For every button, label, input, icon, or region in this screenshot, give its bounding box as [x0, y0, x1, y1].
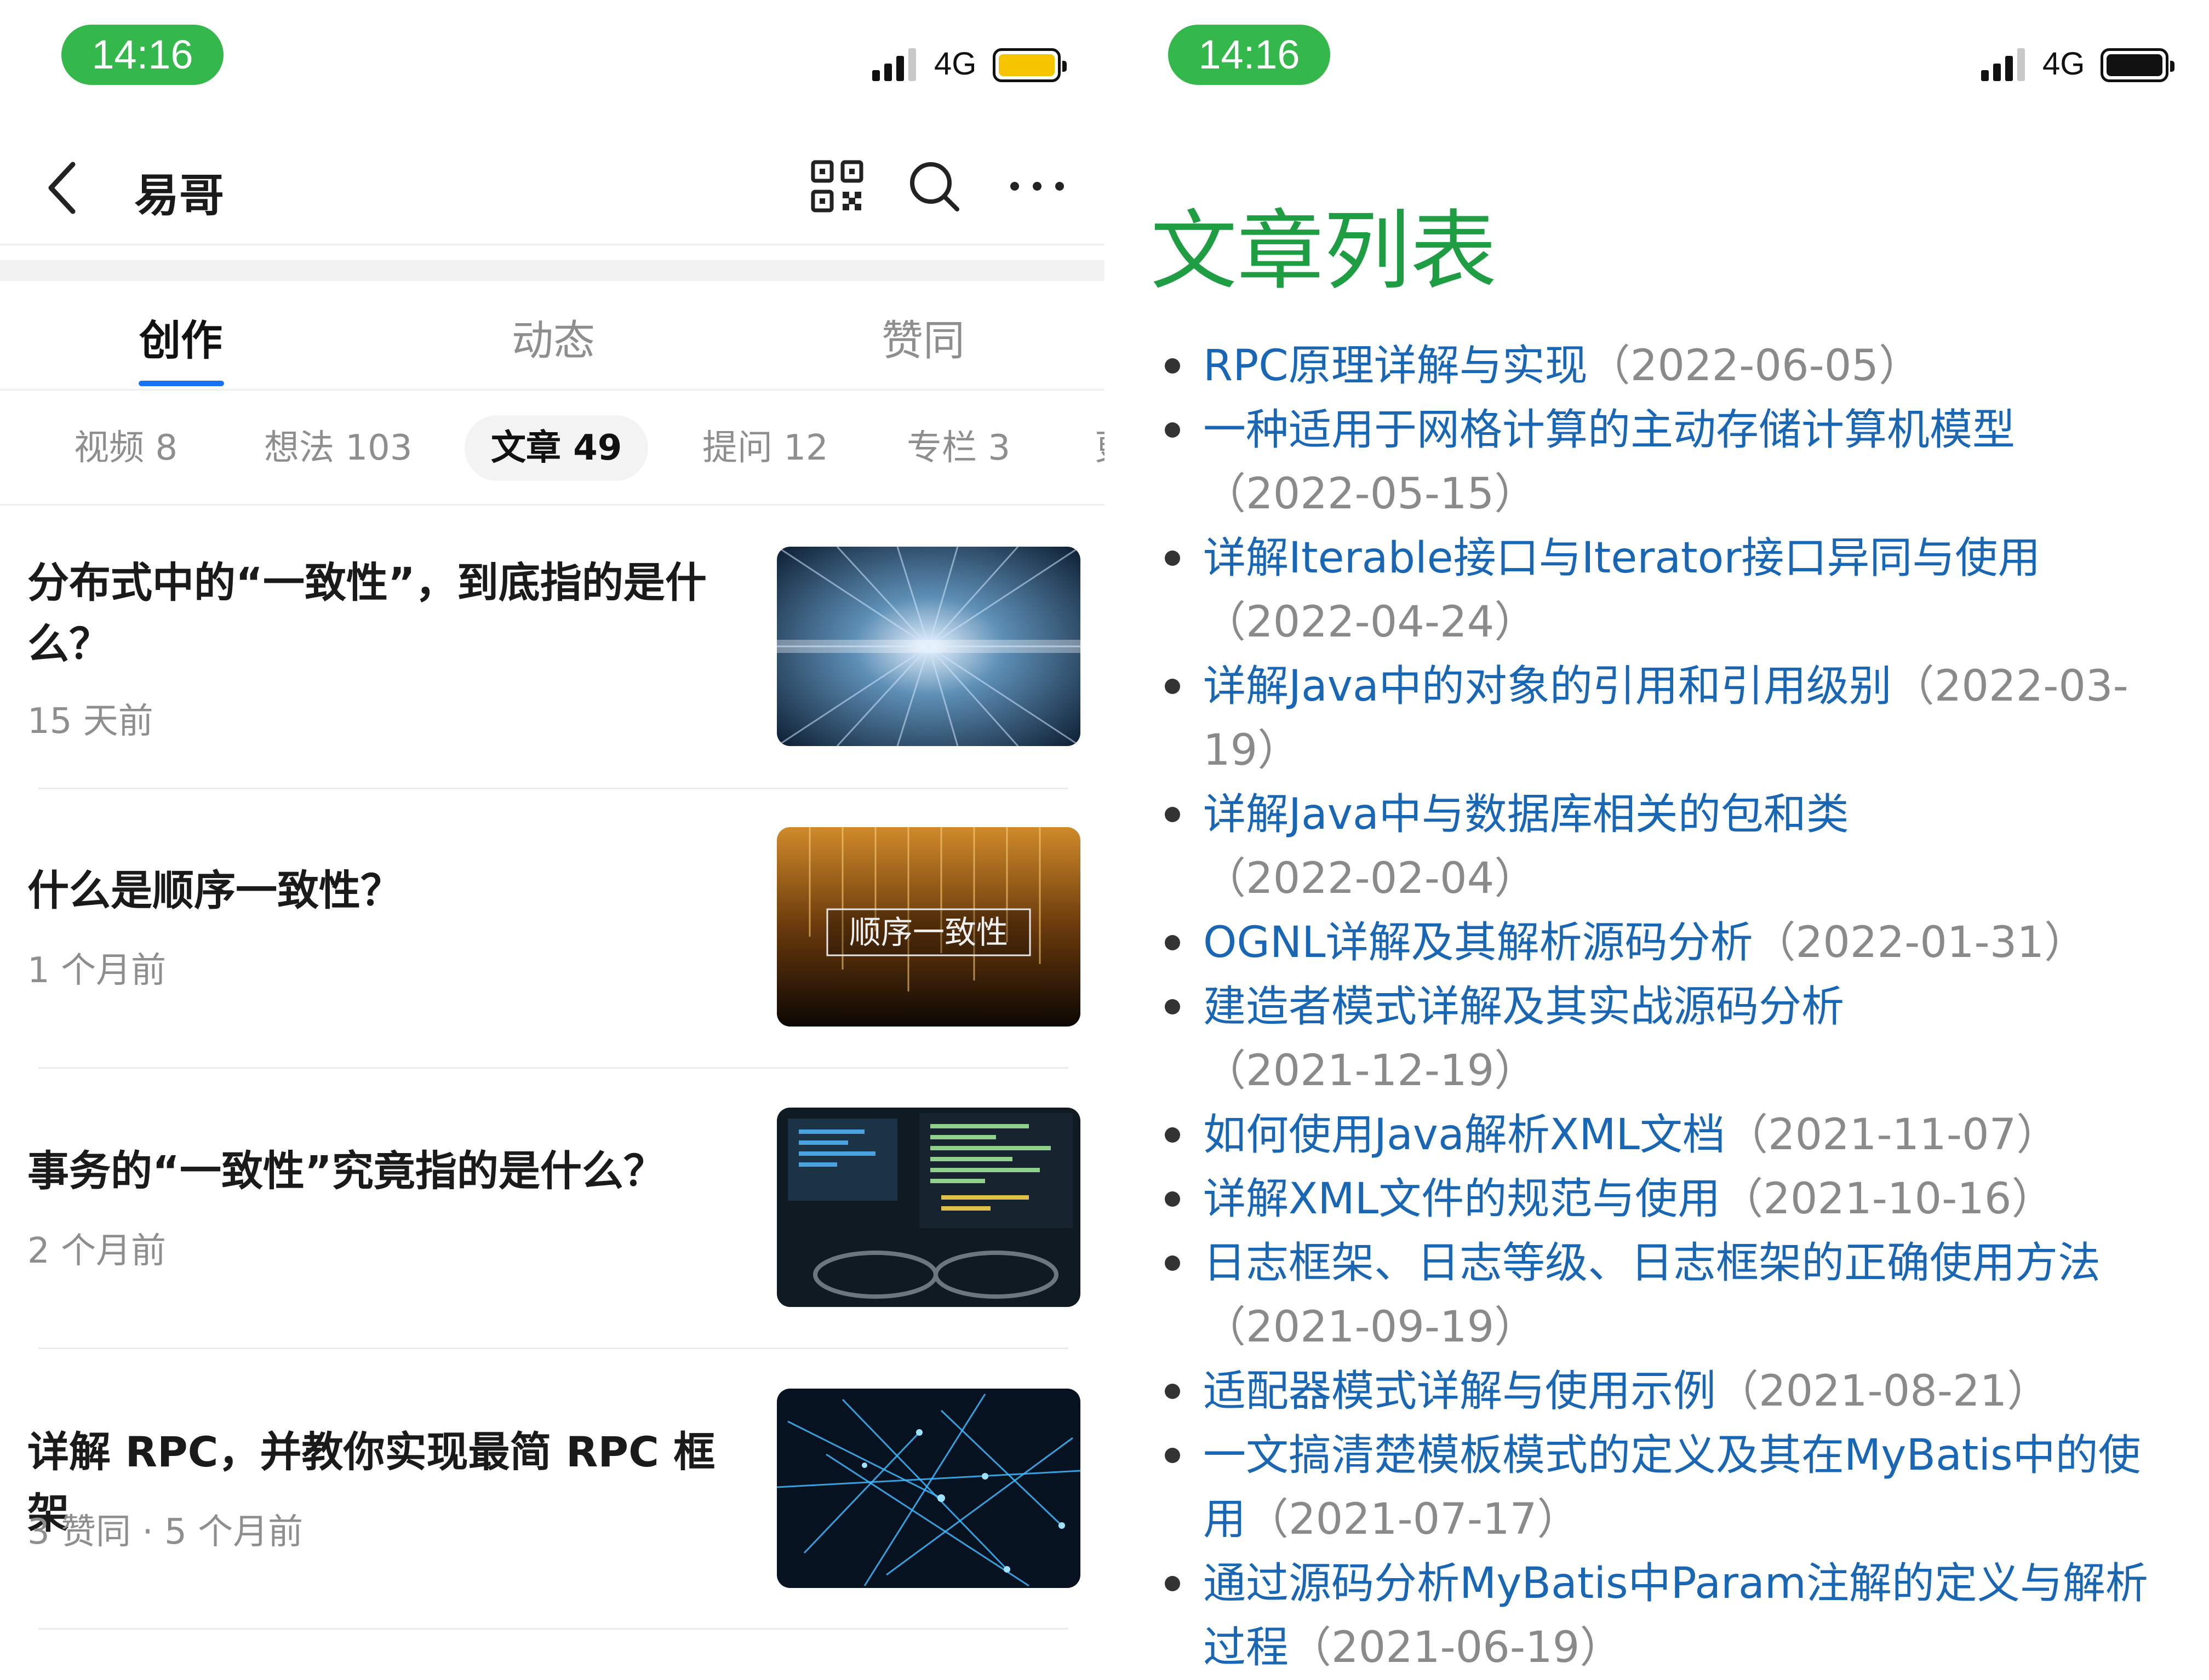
thumbnail-caption: 顺序一致性 [849, 914, 1008, 951]
list-item: 详解Java中与数据库相关的包和类 （2022-02-04） [1165, 783, 2167, 911]
page-title: 易哥 [134, 170, 225, 222]
article-link[interactable]: 详解Java中的对象的引用和引用级别 [1203, 662, 1892, 711]
article-thumbnail[interactable] [777, 1389, 1080, 1588]
article-meta: 15 天前 [27, 701, 153, 742]
article-date: （2021-11-07） [1725, 1110, 2059, 1160]
subtab-articles[interactable]: 文章 49 [465, 415, 649, 481]
article-date: （2021-09-19） [1203, 1303, 1537, 1352]
bullet-icon [1165, 1384, 1180, 1399]
article-date: （2022-02-04） [1203, 854, 1537, 903]
article-list-heading: 文章列表 [1151, 201, 1497, 302]
bullet-icon [1165, 807, 1180, 822]
article-link[interactable]: 详解XML文件的规范与使用 [1203, 1174, 1720, 1224]
article-title[interactable]: 什么是顺序一致性？ [27, 860, 740, 921]
bullet-icon [1165, 1448, 1180, 1463]
list-item: 日志框架、日志等级、日志框架的正确使用方法 （2021-09-19） [1165, 1231, 2167, 1360]
search-icon[interactable] [907, 159, 962, 214]
article-link[interactable]: 详解Iterable接口与Iterator接口异同与使用 [1203, 534, 2040, 583]
article-link[interactable]: 如何使用Java解析XML文档 [1203, 1110, 1725, 1160]
article-meta: 1 个月前 [27, 950, 167, 991]
article-title[interactable]: 事务的“一致性”究竟指的是什么？ [27, 1140, 740, 1202]
article-link[interactable]: 适配器模式详解与使用示例 [1203, 1367, 1716, 1416]
article-thumbnail[interactable] [777, 1108, 1080, 1307]
signal-icon [872, 48, 916, 81]
more-icon[interactable] [1007, 178, 1067, 194]
bullet-icon [1165, 679, 1180, 694]
article-date: （2021-06-19） [1289, 1623, 1623, 1672]
article-link[interactable]: RPC原理详解与实现 [1203, 341, 1588, 391]
tabs-divider [0, 389, 1104, 391]
article-list: RPC原理详解与实现（2022-06-05） 一种适用于网格计算的主动存储计算机… [1165, 334, 2167, 1680]
row-divider [38, 1067, 1068, 1069]
battery-icon [993, 48, 1067, 82]
list-item: 详解XML文件的规范与使用（2021-10-16） [1165, 1167, 2167, 1231]
subtab-columns[interactable]: 专栏 3 [907, 415, 1010, 481]
list-item: 详解Iterable接口与Iterator接口异同与使用 （2022-04-24） [1165, 526, 2167, 655]
article-link[interactable]: 详解Java中与数据库相关的包和类 [1203, 790, 1849, 839]
bullet-icon [1165, 1255, 1180, 1271]
list-item: 如何使用Java解析XML文档（2021-11-07） [1165, 1103, 2167, 1167]
tab-likes[interactable]: 赞同 [792, 307, 1055, 367]
bullet-icon [1165, 1127, 1180, 1143]
bullet-icon [1165, 1576, 1180, 1591]
status-time: 14:16 [61, 25, 224, 85]
article-link[interactable]: OGNL详解及其解析源码分析 [1203, 918, 1753, 967]
subtab-questions[interactable]: 提问 12 [702, 415, 828, 481]
header-divider [0, 244, 1104, 245]
article-link[interactable]: 日志框架、日志等级、日志框架的正确使用方法 [1203, 1239, 2101, 1288]
network-label: 4G [2042, 46, 2085, 82]
subtab-more[interactable]: 更 [1095, 415, 1104, 481]
list-item: OGNL详解及其解析源码分析（2022-01-31） [1165, 911, 2167, 975]
list-item: 详解Java中的对象的引用和引用级别（2022-03-19） [1165, 655, 2167, 783]
article-date: （2022-05-15） [1203, 469, 1537, 519]
list-item: RPC原理详解与实现（2022-06-05） [1165, 334, 2167, 398]
list-item: 通过源码分析MyBatis中Param注解的定义与解析过程（2021-06-19… [1165, 1552, 2167, 1680]
row-divider [38, 1628, 1068, 1630]
status-time: 14:16 [1168, 25, 1330, 85]
subtabs-divider [0, 504, 1104, 506]
article-thumbnail[interactable] [777, 547, 1080, 746]
tab-create[interactable]: 创作 [49, 307, 312, 367]
list-item: 一文搞清楚模板模式的定义及其在MyBatis中的使用（2021-07-17） [1165, 1424, 2167, 1552]
article-meta: 3 赞同 · 5 个月前 [27, 1512, 304, 1552]
active-tab-indicator [139, 381, 224, 386]
article-date: （2021-08-21） [1716, 1367, 2050, 1416]
bullet-icon [1165, 999, 1180, 1014]
article-link[interactable]: 一种适用于网格计算的主动存储计算机模型 [1203, 405, 2015, 455]
bullet-icon [1165, 551, 1180, 566]
list-item: 适配器模式详解与使用示例（2021-08-21） [1165, 1360, 2167, 1424]
article-date: （2021-12-19） [1203, 1046, 1537, 1096]
back-icon[interactable] [43, 158, 81, 218]
list-item: 一种适用于网格计算的主动存储计算机模型 （2022-05-15） [1165, 398, 2167, 526]
article-link[interactable]: 建造者模式详解及其实战源码分析 [1203, 982, 1844, 1031]
row-divider [38, 788, 1068, 789]
article-date: （2022-01-31） [1753, 918, 2087, 967]
bullet-icon [1165, 1191, 1180, 1207]
tab-activity[interactable]: 动态 [422, 307, 685, 367]
article-date: （2021-07-17） [1246, 1495, 1580, 1544]
list-item: 建造者模式详解及其实战源码分析 （2021-12-19） [1165, 975, 2167, 1103]
bullet-icon [1165, 935, 1180, 950]
row-divider [38, 1348, 1068, 1349]
network-label: 4G [934, 46, 977, 82]
subtab-video[interactable]: 视频 8 [74, 415, 178, 481]
bullet-icon [1165, 422, 1180, 438]
profile-screen: 14:16 4G 易哥 创作 动态 赞同 视频 8 想法 103 文章 49 提… [0, 0, 1104, 1655]
qr-code-icon[interactable] [810, 159, 865, 214]
article-date: （2022-04-24） [1203, 598, 1537, 647]
signal-icon [1981, 48, 2025, 81]
article-title[interactable]: 分布式中的“一致性”，到底指的是什么？ [27, 552, 740, 675]
article-date: （2022-06-05） [1587, 341, 1922, 391]
article-date: （2021-10-16） [1720, 1174, 2055, 1224]
battery-icon [2101, 48, 2174, 82]
section-gap [0, 260, 1104, 281]
article-meta: 2 个月前 [27, 1231, 167, 1271]
article-thumbnail[interactable]: 顺序一致性 [777, 827, 1080, 1027]
bullet-icon [1165, 358, 1180, 374]
subtab-thoughts[interactable]: 想法 103 [264, 415, 413, 481]
